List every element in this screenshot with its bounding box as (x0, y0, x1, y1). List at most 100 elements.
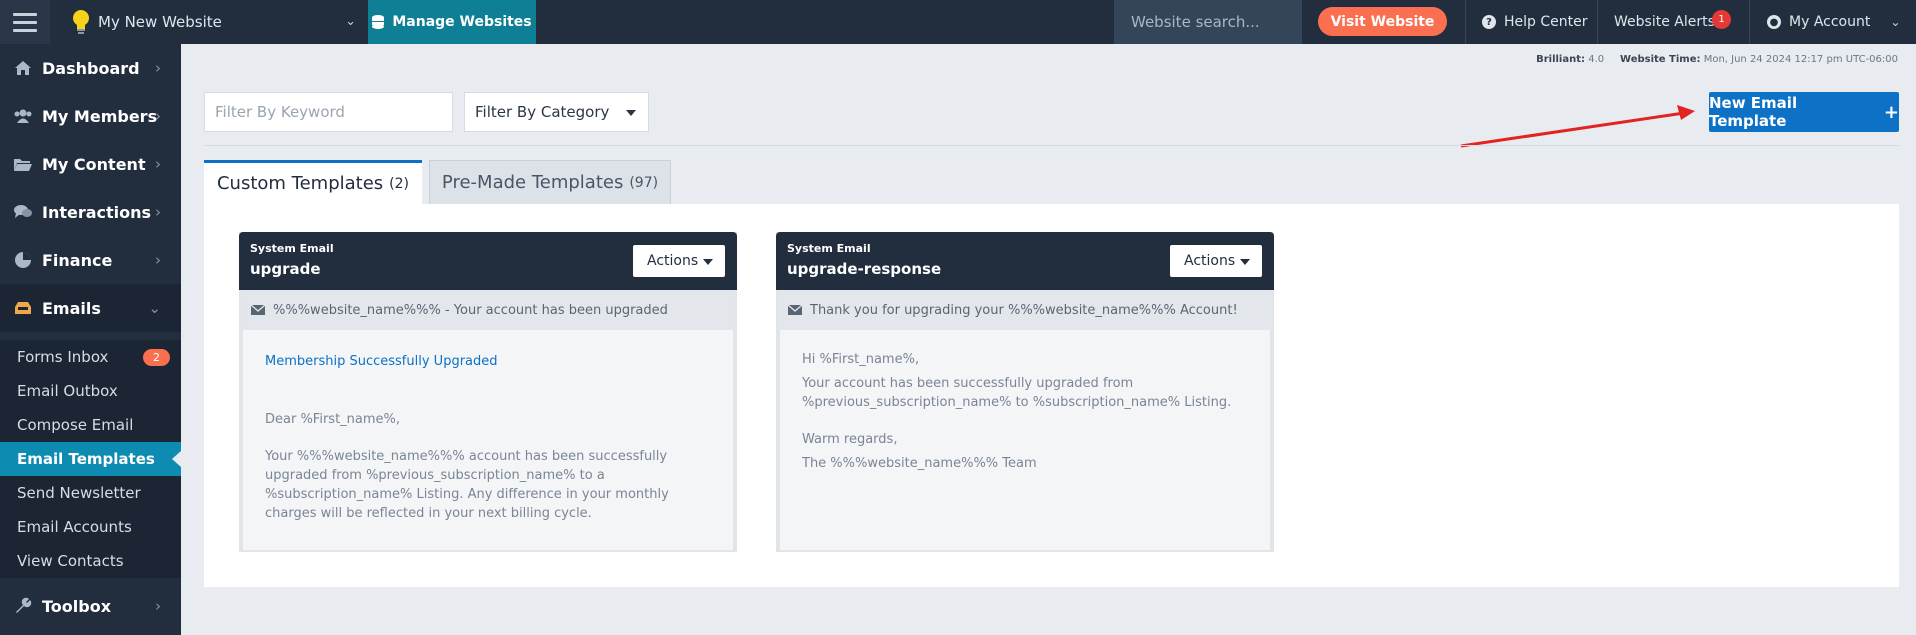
subject-text: %%%website_name%%% - Your account has be… (273, 302, 668, 318)
chevron-down-icon: ⌄ (1890, 15, 1901, 29)
body-link-line: Membership Successfully Upgraded (265, 354, 498, 369)
caret-down-icon (626, 110, 636, 116)
sidebar-item-finance[interactable]: Finance › (0, 236, 181, 284)
template-card-upgrade[interactable]: System Email upgrade Actions %%%website_… (239, 232, 737, 552)
my-account-menu[interactable]: ● My Account ⌄ (1767, 0, 1900, 44)
subitem-label: Compose Email (17, 416, 134, 434)
my-account-label: My Account (1789, 14, 1871, 30)
website-alerts-link[interactable]: Website Alerts (1614, 0, 1715, 44)
sidebar-item-toolbox[interactable]: Toolbox › (0, 582, 181, 630)
card-body-preview: Membership Successfully Upgraded Dear %F… (241, 330, 735, 550)
body-paragraph: Your account has been successfully upgra… (802, 376, 1232, 410)
version-value: 4.0 (1588, 54, 1605, 65)
card-title: upgrade-response (787, 260, 942, 278)
visit-website-button[interactable]: Visit Website (1318, 7, 1447, 36)
sidebar-item-members[interactable]: My Members › (0, 92, 181, 140)
home-icon (13, 59, 33, 77)
sidebar-item-emails[interactable]: Emails ⌄ (0, 284, 181, 332)
sidebar-subitem-send-newsletter[interactable]: Send Newsletter (0, 476, 181, 510)
manage-websites-button[interactable]: Manage Websites (368, 0, 536, 44)
chevron-right-icon: › (155, 59, 161, 77)
tab-custom-templates[interactable]: Custom Templates (2) (204, 160, 422, 204)
folder-icon (13, 155, 33, 173)
template-card-upgrade-response[interactable]: System Email upgrade-response Actions Th… (776, 232, 1274, 552)
card-subject: Thank you for upgrading your %%%website_… (778, 290, 1272, 330)
chevron-down-icon: ⌄ (345, 14, 356, 29)
plus-icon: + (1883, 101, 1899, 123)
sidebar-subitem-compose-email[interactable]: Compose Email (0, 408, 181, 442)
sidebar-item-label: Dashboard (42, 58, 140, 78)
sidebar-subitem-email-templates[interactable]: Email Templates (0, 442, 181, 476)
pie-chart-icon (13, 251, 33, 269)
actions-dropdown-button[interactable]: Actions (633, 245, 725, 277)
version-label: Brilliant: (1536, 54, 1586, 65)
subitem-label: Email Accounts (17, 518, 132, 536)
database-icon (372, 15, 385, 29)
separator (1465, 0, 1466, 44)
website-search-input[interactable]: Website search... (1114, 0, 1302, 44)
divider (204, 145, 1899, 146)
body-greeting: Dear %First_name%, (265, 412, 401, 427)
sidebar-subitem-email-outbox[interactable]: Email Outbox (0, 374, 181, 408)
sidebar-item-interactions[interactable]: Interactions › (0, 188, 181, 236)
website-selector[interactable]: My New Website ⌄ (50, 0, 366, 44)
hamburger-line (13, 28, 37, 32)
subject-text: Thank you for upgrading your %%%website_… (810, 302, 1238, 318)
website-time-label: Website Time: (1620, 54, 1701, 65)
actions-dropdown-button[interactable]: Actions (1170, 245, 1262, 277)
search-placeholder: Website search... (1131, 13, 1260, 31)
website-name: My New Website (98, 13, 222, 31)
sidebar-subitem-forms-inbox[interactable]: Forms Inbox 2 (0, 340, 181, 374)
actions-label: Actions (647, 253, 699, 269)
comments-icon (13, 203, 33, 221)
card-kind: System Email (787, 242, 871, 255)
filter-category-label: Filter By Category (475, 103, 610, 121)
menu-toggle-button[interactable] (0, 0, 50, 44)
website-time-value: Mon, Jun 24 2024 12:17 pm UTC-06:00 (1703, 54, 1898, 65)
subitem-label: Send Newsletter (17, 484, 141, 502)
alerts-count-badge: 1 (1712, 10, 1731, 29)
chevron-down-icon: ⌄ (148, 299, 161, 317)
sidebar: Dashboard › My Members › My Content › In… (0, 44, 181, 635)
visit-website-label: Visit Website (1330, 13, 1435, 30)
sidebar-item-dashboard[interactable]: Dashboard › (0, 44, 181, 92)
caret-down-icon (1240, 259, 1250, 265)
body-paragraph: Your %%%website_name%%% account has been… (265, 449, 669, 521)
chevron-right-icon: › (155, 203, 161, 221)
sidebar-subitem-view-contacts[interactable]: View Contacts (0, 544, 181, 578)
sidebar-subitem-email-accounts[interactable]: Email Accounts (0, 510, 181, 544)
tab-count: (97) (629, 174, 659, 191)
sidebar-item-content[interactable]: My Content › (0, 140, 181, 188)
hamburger-line (13, 20, 37, 24)
new-email-template-button[interactable]: New Email Template + (1709, 92, 1899, 132)
body-closing: Warm regards, (802, 432, 898, 447)
card-title: upgrade (250, 260, 321, 278)
website-info-line: Brilliant: 4.0 Website Time: Mon, Jun 24… (1536, 54, 1898, 65)
card-kind: System Email (250, 242, 334, 255)
filter-keyword-input[interactable]: Filter By Keyword (204, 92, 453, 132)
subitem-label: Email Outbox (17, 382, 118, 400)
body-signature: The %%%website_name%%% Team (802, 456, 1037, 471)
filter-category-select[interactable]: Filter By Category (464, 92, 649, 132)
new-email-template-label: New Email Template (1709, 94, 1798, 130)
help-center-label: Help Center (1504, 14, 1588, 30)
caret-down-icon (703, 259, 713, 265)
forms-inbox-count-badge: 2 (143, 349, 170, 366)
card-header: System Email upgrade Actions (239, 232, 737, 290)
top-bar: My New Website ⌄ Manage Websites Website… (0, 0, 1916, 44)
manage-websites-label: Manage Websites (392, 14, 532, 30)
card-subject: %%%website_name%%% - Your account has be… (241, 290, 735, 330)
separator (1749, 0, 1750, 44)
users-icon (13, 107, 33, 125)
subitem-label: Email Templates (17, 450, 155, 468)
hamburger-line (13, 12, 37, 16)
tab-pre-made-templates[interactable]: Pre-Made Templates (97) (429, 160, 671, 204)
separator (1597, 0, 1598, 44)
sidebar-item-label: My Content (42, 154, 146, 174)
sidebar-item-label: Interactions (42, 202, 152, 222)
user-circle-icon: ● (1767, 15, 1781, 29)
help-center-link[interactable]: ? Help Center (1482, 0, 1588, 44)
card-header: System Email upgrade-response Actions (776, 232, 1274, 290)
website-alerts-label: Website Alerts (1614, 14, 1715, 30)
tab-count: (2) (389, 175, 410, 192)
